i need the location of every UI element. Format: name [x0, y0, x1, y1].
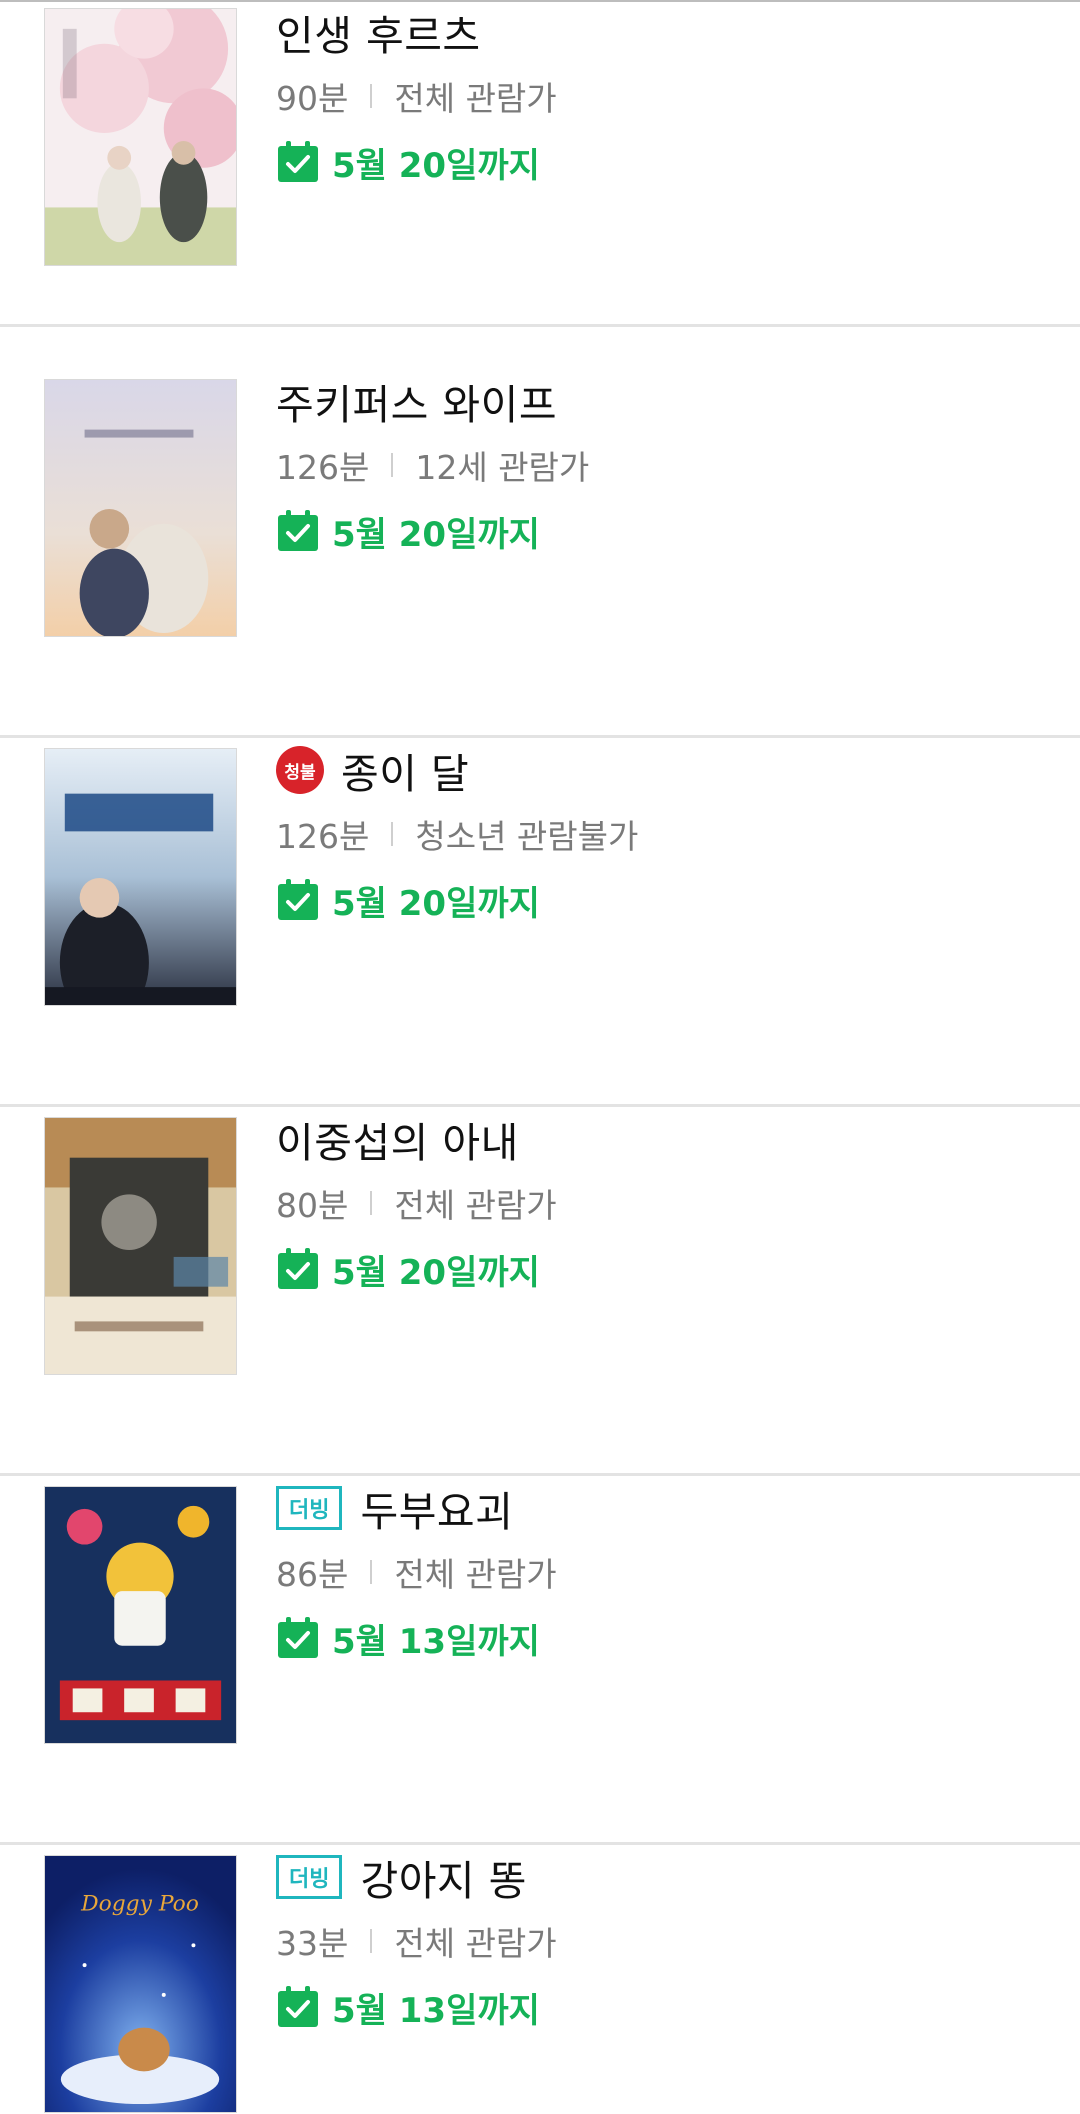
- meta-divider: [370, 84, 373, 108]
- movie-item[interactable]: 인생 후르츠 90분 전체 관람가 5월 20일까지: [0, 0, 1080, 369]
- movie-poster-paper-moon[interactable]: [44, 748, 237, 1006]
- meta-divider: [370, 1929, 373, 1953]
- movie-runtime: 86분: [276, 1555, 349, 1594]
- meta-divider: [370, 1191, 373, 1215]
- movie-rating: 전체 관람가: [394, 1186, 557, 1225]
- movie-runtime: 126분: [276, 448, 370, 487]
- movie-poster-doggy-poo[interactable]: Doggy Poo: [44, 1855, 237, 2113]
- adult-only-badge: 청불: [276, 746, 324, 794]
- movie-title[interactable]: 인생 후르츠: [276, 2, 481, 62]
- calendar-check-icon: [276, 1616, 320, 1660]
- movie-title[interactable]: 이중섭의 아내: [276, 1109, 519, 1169]
- screening-until: 5월 20일까지: [332, 145, 540, 186]
- dubbed-badge: 더빙: [276, 1486, 343, 1530]
- movie-runtime: 126분: [276, 817, 370, 856]
- calendar-check-icon: [276, 878, 320, 922]
- calendar-check-icon: [276, 1985, 320, 2029]
- movie-poster-zookeepers-wife[interactable]: [44, 379, 237, 637]
- movie-poster-insaeng-fruits[interactable]: [44, 8, 237, 266]
- movie-rating: 전체 관람가: [394, 1924, 557, 1963]
- movie-runtime: 80분: [276, 1186, 349, 1225]
- movie-title[interactable]: 주키퍼스 와이프: [276, 371, 557, 431]
- item-divider: [0, 324, 1080, 327]
- movie-rating: 전체 관람가: [394, 1555, 557, 1594]
- movie-item[interactable]: 더빙 두부요괴 86분 전체 관람가 5월 13일까지: [0, 1476, 1080, 1845]
- meta-divider: [391, 453, 394, 477]
- screening-until: 5월 13일까지: [332, 1990, 540, 2031]
- calendar-check-icon: [276, 1247, 320, 1291]
- movie-title[interactable]: 두부요괴: [360, 1478, 513, 1538]
- movie-rating: 12세 관람가: [415, 448, 590, 487]
- meta-divider: [370, 1560, 373, 1584]
- calendar-check-icon: [276, 509, 320, 553]
- movie-rating: 청소년 관람불가: [415, 817, 639, 856]
- calendar-check-icon: [276, 140, 320, 184]
- movie-poster-lee-jungseob-wife[interactable]: [44, 1117, 237, 1375]
- movie-rating: 전체 관람가: [394, 79, 557, 118]
- movie-runtime: 90분: [276, 79, 349, 118]
- doggy-poo-logo: Doggy Poo: [80, 1892, 199, 1917]
- movie-item[interactable]: 청불 종이 달 126분 청소년 관람불가 5월 20일까지: [0, 738, 1080, 1107]
- movie-runtime: 33분: [276, 1924, 349, 1963]
- screening-until: 5월 20일까지: [332, 883, 540, 924]
- meta-divider: [391, 822, 394, 846]
- movie-poster-tofu-goblin[interactable]: [44, 1486, 237, 1744]
- movie-title[interactable]: 종이 달: [341, 740, 469, 800]
- movie-item[interactable]: 이중섭의 아내 80분 전체 관람가 5월 20일까지: [0, 1107, 1080, 1476]
- screening-until: 5월 13일까지: [332, 1621, 540, 1662]
- movie-item[interactable]: 주키퍼스 와이프 126분 12세 관람가 5월 20일까지: [0, 369, 1080, 738]
- screening-until: 5월 20일까지: [332, 1252, 540, 1293]
- movie-title[interactable]: 강아지 똥: [360, 1847, 526, 1907]
- dubbed-badge: 더빙: [276, 1855, 343, 1899]
- screening-until: 5월 20일까지: [332, 514, 540, 555]
- movie-item[interactable]: Doggy Poo 더빙 강아지 똥 33분 전체 관람가 5월 13일까지: [0, 1845, 1080, 2114]
